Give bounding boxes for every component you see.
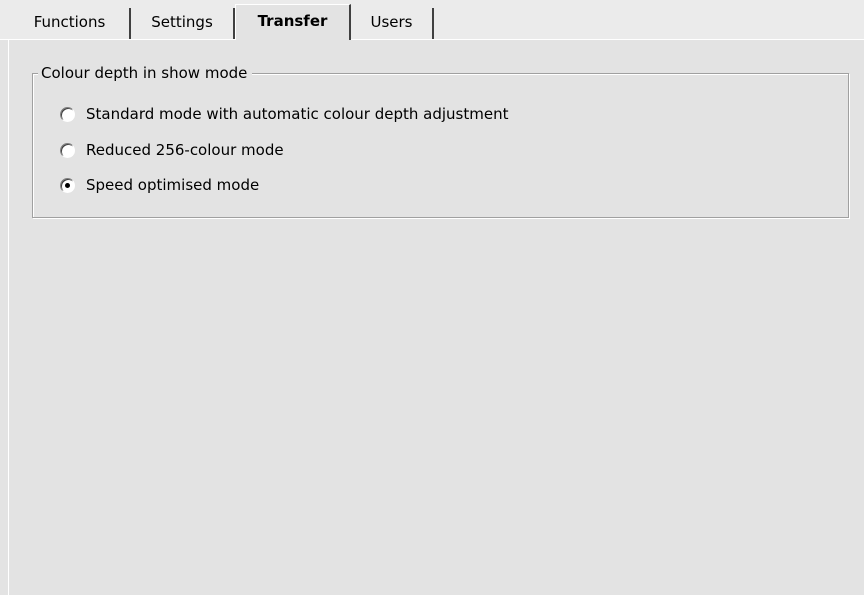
tab-functions[interactable]: Functions	[10, 8, 131, 39]
radio-checked-icon[interactable]	[60, 177, 75, 193]
radio-speed-optimised-mode-label[interactable]: Speed optimised mode	[86, 176, 259, 194]
radio-unchecked-icon[interactable]	[60, 142, 75, 158]
tab-page-edge	[8, 40, 9, 595]
radio-speed-optimised-mode[interactable]: Speed optimised mode	[60, 174, 259, 196]
tab-functions-label: Functions	[33, 13, 106, 31]
colour-depth-groupbox: Colour depth in show mode Standard mode …	[32, 63, 849, 218]
radio-dot-icon	[65, 182, 70, 188]
colour-depth-group-title: Colour depth in show mode	[38, 63, 253, 83]
radio-standard-mode-label[interactable]: Standard mode with automatic colour dept…	[86, 105, 508, 123]
radio-reduced-256-mode-label[interactable]: Reduced 256-colour mode	[86, 141, 284, 159]
tab-users[interactable]: Users	[351, 8, 434, 39]
tab-transfer[interactable]: Transfer	[235, 4, 351, 40]
radio-reduced-256-mode[interactable]: Reduced 256-colour mode	[60, 139, 284, 161]
radio-standard-mode[interactable]: Standard mode with automatic colour dept…	[60, 103, 508, 125]
tab-baseline	[0, 39, 864, 40]
tab-settings[interactable]: Settings	[131, 8, 235, 39]
tab-transfer-label: Transfer	[257, 12, 328, 30]
radio-unchecked-icon[interactable]	[60, 106, 75, 122]
tab-settings-label: Settings	[151, 13, 213, 31]
tab-users-label: Users	[370, 13, 413, 31]
tab-strip: Functions Settings Transfer Users	[0, 0, 864, 40]
